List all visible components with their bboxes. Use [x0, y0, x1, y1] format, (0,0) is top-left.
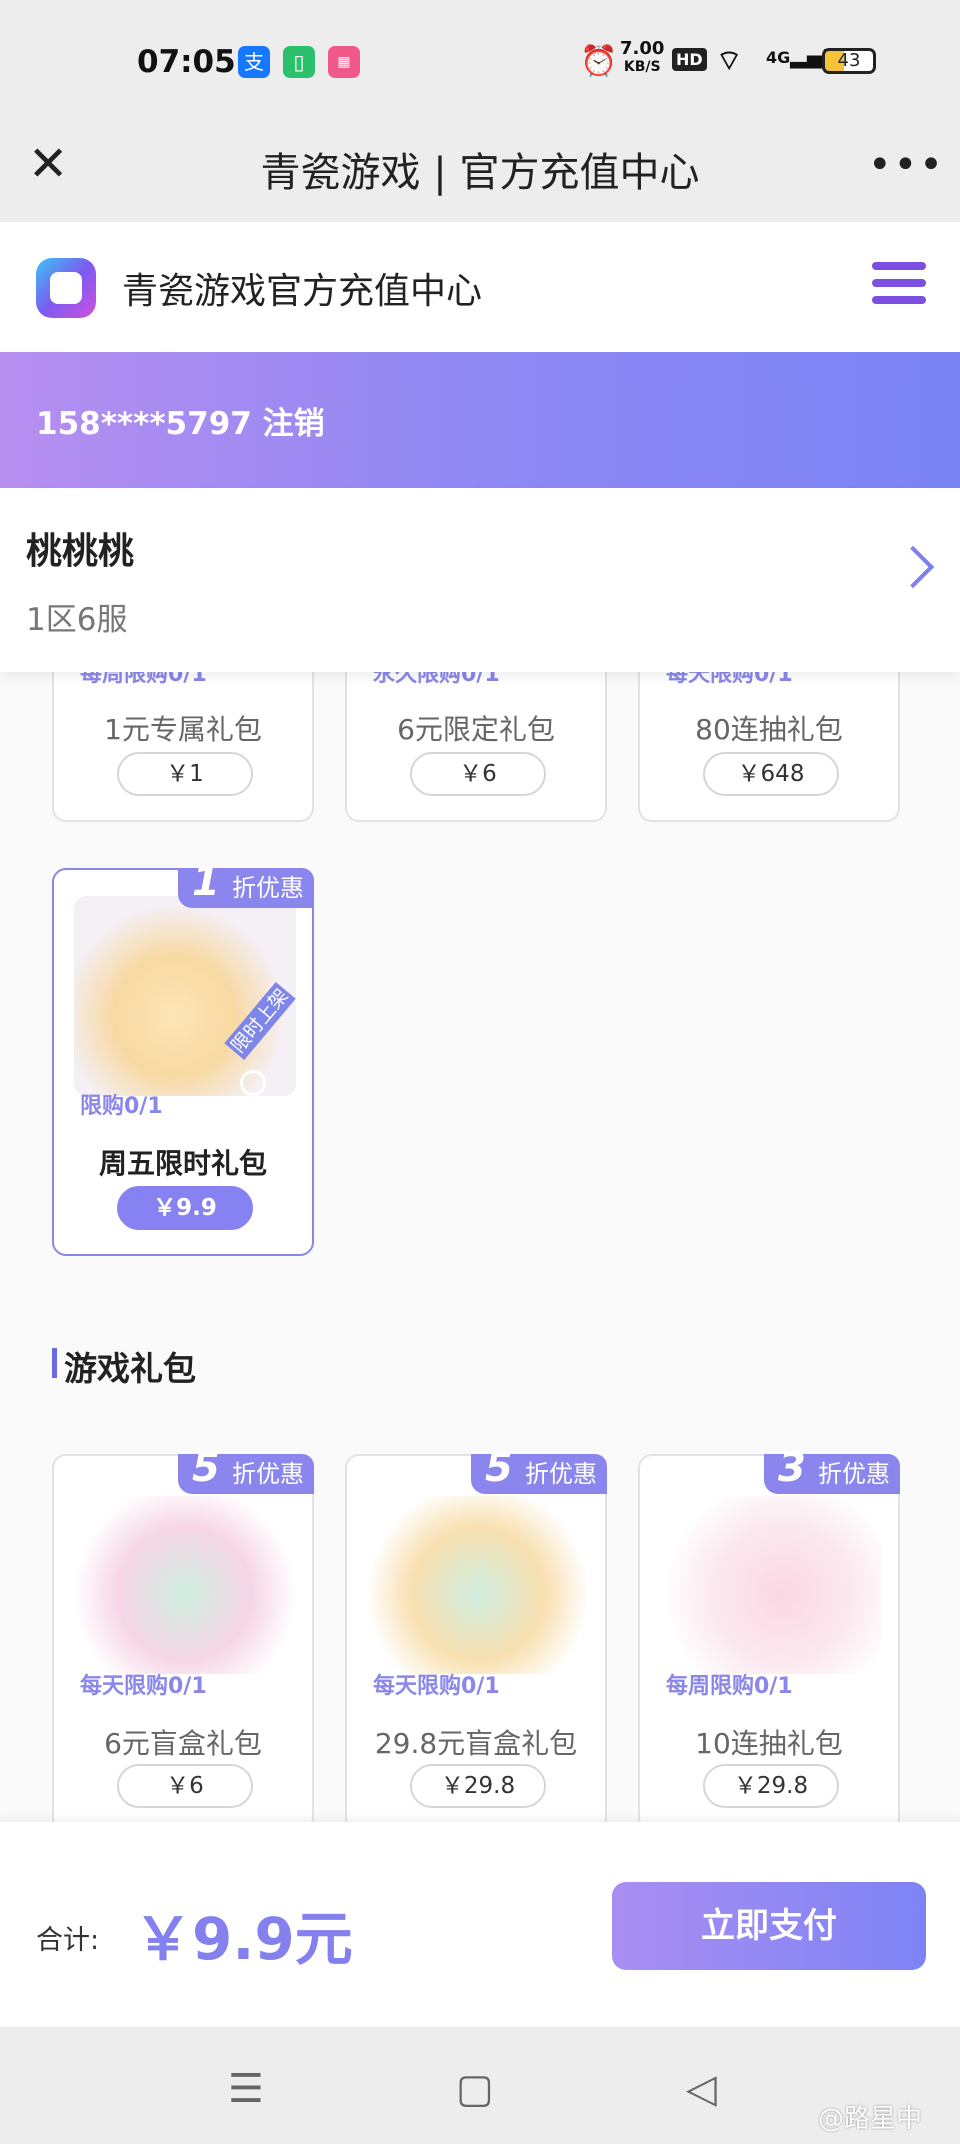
server-selector[interactable] — [0, 488, 960, 672]
network-speed: 7.00 KB/S — [620, 40, 664, 76]
pack-limit: 每天限购0/1 — [373, 1674, 500, 1699]
user-account: 158****5797 注销 — [36, 398, 325, 443]
discount-text: 折优惠 — [232, 874, 304, 902]
price-button[interactable]: ￥29.8 — [703, 1764, 839, 1808]
price-button[interactable]: ￥1 — [117, 752, 253, 796]
alarm-icon: ⏰ — [580, 44, 618, 79]
hd-badge: HD — [672, 48, 707, 71]
bilibili-icon: ▦ — [328, 46, 360, 78]
discount-number: 1 — [192, 859, 220, 905]
discount-badge: 5 折优惠 — [178, 1448, 314, 1494]
menu-icon[interactable] — [872, 262, 926, 312]
section-title: 游戏礼包 — [64, 1349, 196, 1388]
pay-button[interactable]: 立即支付 — [612, 1882, 926, 1970]
pack-card[interactable]: 5 折优惠 每天限购0/1 29.8元盲盒礼包 ￥29.8 — [345, 1448, 607, 1832]
pack-name: 6元限定礼包 — [397, 713, 555, 746]
discount-badge: 3 折优惠 — [764, 1448, 900, 1494]
battery-icon: 43 — [822, 48, 876, 74]
net-speed-unit: KB/S — [623, 59, 661, 75]
discount-text: 折优惠 — [525, 1460, 597, 1488]
menu-nav-icon[interactable]: ☰ — [228, 2066, 264, 2112]
coins-gift-image — [367, 1496, 589, 1674]
pack-name: 6元盲盒礼包 — [104, 1727, 262, 1760]
pack-limit: 限购0/1 — [80, 1094, 163, 1119]
pack-card[interactable]: 5 折优惠 每天限购0/1 6元盲盒礼包 ￥6 — [52, 1448, 314, 1832]
alipay-icon: 支 — [238, 46, 270, 78]
more-icon[interactable]: ••• — [868, 142, 945, 188]
discount-badge: 5 折优惠 — [471, 1448, 607, 1494]
home-nav-icon[interactable]: ▢ — [456, 2066, 494, 2112]
total-label: 合计: — [36, 1925, 100, 1956]
pack-limit: 每天限购0/1 — [80, 1674, 207, 1699]
discount-text: 折优惠 — [818, 1460, 890, 1488]
logout-link[interactable]: 注销 — [263, 406, 325, 442]
network-type: 4G — [766, 48, 791, 67]
status-time: 07:05 — [137, 44, 236, 80]
price-button[interactable]: ￥6 — [117, 1764, 253, 1808]
pack-name: 10连抽礼包 — [695, 1727, 843, 1760]
clock-icon — [240, 1070, 266, 1096]
price-button[interactable]: ￥9.9 — [117, 1186, 253, 1230]
total-value: ￥9.9元 — [134, 1905, 353, 1973]
wifi-icon: ⌔ — [716, 44, 743, 77]
back-nav-icon[interactable]: ◁ — [686, 2066, 717, 2112]
pack-card[interactable]: 3 折优惠 每周限购0/1 10连抽礼包 ￥29.8 — [638, 1448, 900, 1832]
hourglass-gift-image — [74, 1496, 296, 1674]
discount-text: 折优惠 — [232, 1460, 304, 1488]
character-name: 桃桃桃 — [26, 531, 135, 572]
discount-number: 5 — [485, 1445, 513, 1491]
discount-number: 3 — [778, 1445, 806, 1491]
pack-name: 1元专属礼包 — [104, 713, 262, 746]
price-button[interactable]: ￥648 — [703, 752, 839, 796]
webview-title: 青瓷游戏 | 官方充值中心 — [260, 150, 700, 196]
watermark: @路星中 — [818, 2104, 923, 2134]
pack-name: 周五限时礼包 — [98, 1147, 267, 1180]
wallet-icon: ▯ — [283, 46, 315, 78]
discount-badge: 1 折优惠 — [178, 862, 314, 908]
price-button[interactable]: ￥6 — [410, 752, 546, 796]
site-name: 青瓷游戏官方充值中心 — [122, 271, 483, 312]
featured-pack-card[interactable]: 限时上架 1 折优惠 限购0/1 周五限时礼包 ￥9.9 — [52, 862, 314, 1256]
price-button[interactable]: ￥29.8 — [410, 1764, 546, 1808]
section-bar — [52, 1348, 57, 1378]
tickets-gift-image — [660, 1496, 882, 1674]
net-speed-value: 7.00 — [620, 38, 665, 59]
server-zone: 1区6服 — [26, 602, 128, 638]
pack-limit: 每周限购0/1 — [666, 1674, 793, 1699]
user-phone: 158****5797 — [36, 406, 252, 442]
discount-number: 5 — [192, 1445, 220, 1491]
pack-name: 29.8元盲盒礼包 — [374, 1727, 578, 1760]
pack-name: 80连抽礼包 — [695, 713, 843, 746]
logo-inner — [50, 272, 82, 304]
